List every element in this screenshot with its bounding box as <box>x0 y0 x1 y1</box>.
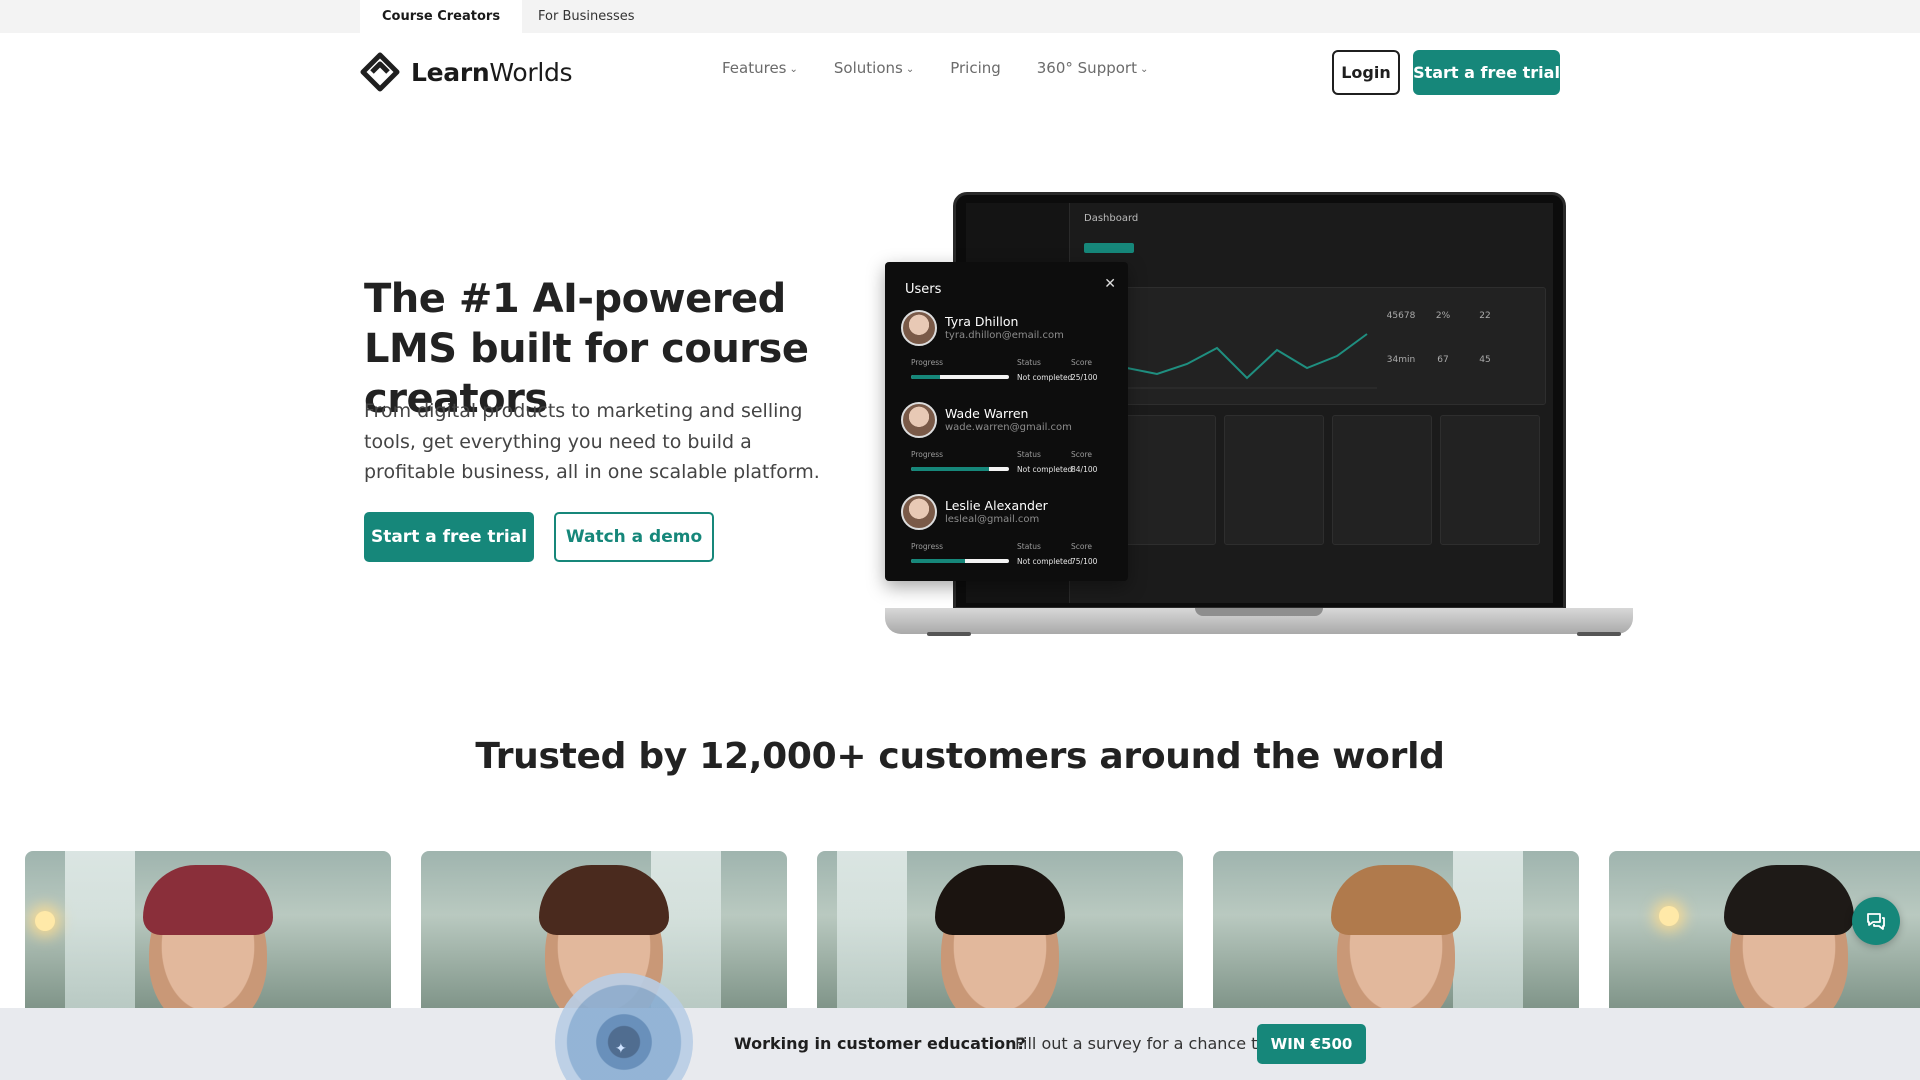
hero-trial-button[interactable]: Start a free trial <box>364 512 534 562</box>
users-card: Users ✕ Tyra Dhillon tyra.dhillon@email.… <box>885 262 1128 581</box>
dashboard-panel <box>1116 415 1216 545</box>
dashboard-panel <box>1224 415 1324 545</box>
logo-text: LearnWorlds <box>411 57 573 87</box>
nav-pricing[interactable]: Pricing <box>950 59 1001 77</box>
survey-question: Working in customer education? <box>734 1034 1026 1053</box>
logo[interactable]: LearnWorlds <box>359 51 573 93</box>
trusted-heading: Trusted by 12,000+ customers around the … <box>475 736 1445 777</box>
avatar <box>901 494 937 530</box>
score-value: 75/100 <box>1071 557 1098 566</box>
user-name: Wade Warren <box>945 406 1029 421</box>
nav-solutions[interactable]: Solutions ⌄ <box>834 59 914 77</box>
progress-fill <box>911 467 990 471</box>
logo-mark-icon <box>360 52 400 92</box>
tab-for-businesses[interactable]: For Businesses <box>516 0 657 33</box>
dashboard-title: Dashboard <box>1084 213 1139 224</box>
dashboard-chart-panel <box>1116 287 1546 405</box>
status-value: Not completed <box>1017 465 1073 474</box>
sparkle-icon: ✦ <box>615 1041 627 1057</box>
customer-photo <box>25 851 391 1011</box>
score-value: 25/100 <box>1071 373 1098 382</box>
user-row: Leslie Alexander lesleal@gmail.com Progr… <box>901 494 1115 582</box>
progress-bar <box>911 375 1009 379</box>
progress-bar <box>911 467 1009 471</box>
user-email: lesleal@gmail.com <box>945 514 1040 525</box>
score-label: Score <box>1071 358 1093 367</box>
user-name: Leslie Alexander <box>945 498 1048 513</box>
dashboard-line-chart <box>1126 333 1377 389</box>
status-label: Status <box>1017 358 1041 367</box>
score-value: 84/100 <box>1071 465 1098 474</box>
login-button[interactable]: Login <box>1332 50 1400 95</box>
status-label: Status <box>1017 542 1041 551</box>
survey-text: Fill out a survey for a chance to <box>1015 1034 1268 1053</box>
status-value: Not completed <box>1017 373 1073 382</box>
customer-photo <box>817 851 1183 1011</box>
dashboard-stat: 67 <box>1437 355 1449 365</box>
nav-support[interactable]: 360° Support ⌄ <box>1037 59 1149 77</box>
dashboard-panel <box>1332 415 1432 545</box>
user-email: wade.warren@gmail.com <box>945 422 1072 433</box>
progress-fill <box>911 559 965 563</box>
tab-course-creators[interactable]: Course Creators <box>360 0 523 33</box>
laptop-notch <box>1195 608 1323 616</box>
dashboard-stat: 45678 <box>1386 311 1416 321</box>
chat-button[interactable] <box>1852 897 1900 945</box>
audience-bar: Course Creators For Businesses <box>0 0 1920 33</box>
dashboard-stat: 22 <box>1479 311 1491 321</box>
chevron-down-icon: ⌄ <box>789 64 798 75</box>
chevron-down-icon: ⌄ <box>1139 64 1149 75</box>
user-email: tyra.dhillon@email.com <box>945 330 1064 341</box>
win-button[interactable]: WIN €500 <box>1257 1024 1366 1064</box>
header-trial-button[interactable]: Start a free trial <box>1413 50 1560 95</box>
user-name: Tyra Dhillon <box>945 314 1019 329</box>
score-label: Score <box>1071 542 1093 551</box>
chat-icon <box>1867 913 1885 930</box>
progress-label: Progress <box>911 358 944 367</box>
progress-label: Progress <box>911 450 944 459</box>
users-card-title: Users <box>905 282 942 297</box>
close-icon[interactable]: ✕ <box>1104 276 1116 292</box>
dashboard-stat: 34min <box>1386 355 1416 365</box>
user-row: Wade Warren wade.warren@gmail.com Progre… <box>901 402 1115 490</box>
chevron-down-icon: ⌄ <box>905 64 915 75</box>
score-label: Score <box>1071 450 1093 459</box>
customer-photo <box>1213 851 1579 1011</box>
dashboard-stat: 2% <box>1435 311 1451 321</box>
dashboard-stat: 45 <box>1479 355 1491 365</box>
watch-demo-button[interactable]: Watch a demo <box>554 512 714 562</box>
status-value: Not completed <box>1017 557 1073 566</box>
user-row: Tyra Dhillon tyra.dhillon@email.com Prog… <box>901 310 1115 398</box>
progress-fill <box>911 375 941 379</box>
main-nav: Features ⌄ Solutions ⌄ Pricing 360° Suppor… <box>722 59 1184 77</box>
hero-subtitle: From digital products to marketing and s… <box>364 400 820 483</box>
avatar <box>901 402 937 438</box>
progress-label: Progress <box>911 542 944 551</box>
progress-bar <box>911 559 1009 563</box>
avatar <box>901 310 937 346</box>
dashboard-pill <box>1084 243 1134 253</box>
dashboard-panel <box>1440 415 1540 545</box>
status-label: Status <box>1017 450 1041 459</box>
laptop-foot <box>1577 632 1621 636</box>
nav-features[interactable]: Features ⌄ <box>722 59 798 77</box>
laptop-foot <box>927 632 971 636</box>
site-header: LearnWorlds Features ⌄ Solutions ⌄ Pricing… <box>0 33 1920 111</box>
